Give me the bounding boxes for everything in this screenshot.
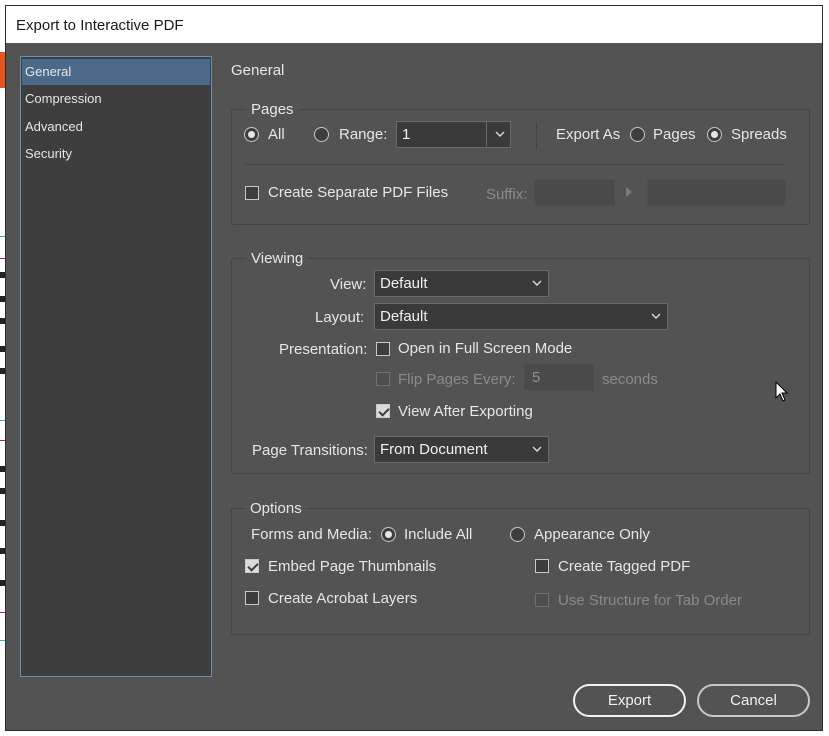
- range-combobox[interactable]: 1: [396, 121, 511, 148]
- arrow-right-icon: [625, 184, 633, 201]
- divider: [536, 122, 537, 150]
- layout-value: Default: [380, 308, 428, 325]
- view-after-exporting-checkbox[interactable]: [376, 404, 390, 418]
- page-transitions-dropdown[interactable]: From Document: [374, 436, 549, 463]
- chevron-down-icon: [495, 130, 505, 138]
- pages-range-label: Range:: [339, 126, 388, 143]
- suffix-token-input[interactable]: [647, 179, 786, 206]
- layout-label: Layout:: [315, 309, 365, 326]
- view-after-exporting-label: View After Exporting: [398, 403, 533, 420]
- suffix-input[interactable]: [534, 179, 615, 206]
- appearance-only-radio[interactable]: [510, 527, 525, 542]
- embed-thumbnails-checkbox[interactable]: [245, 559, 259, 573]
- export-button[interactable]: Export: [573, 684, 686, 717]
- export-as-label: Export As: [556, 126, 621, 143]
- acrobat-layers-checkbox[interactable]: [245, 591, 259, 605]
- separate-pdf-checkbox[interactable]: [245, 186, 259, 200]
- embed-thumbnails-label: Embed Page Thumbnails: [268, 558, 437, 575]
- export-spreads-label: Spreads: [731, 126, 787, 143]
- sidebar-item-general[interactable]: General: [22, 59, 210, 85]
- pages-all-label: All: [268, 126, 285, 143]
- suffix-label: Suffix:: [486, 186, 528, 203]
- pages-all-radio[interactable]: [244, 127, 259, 142]
- export-spreads-radio[interactable]: [707, 127, 722, 142]
- dialog-title: Export to Interactive PDF: [16, 17, 184, 34]
- sidebar-item-security[interactable]: Security: [22, 141, 210, 167]
- section-title: General: [231, 62, 285, 79]
- include-all-radio[interactable]: [381, 527, 396, 542]
- include-all-label: Include All: [404, 526, 473, 543]
- separate-pdf-label: Create Separate PDF Files: [268, 184, 449, 201]
- range-value: 1: [402, 126, 411, 143]
- full-screen-label: Open in Full Screen Mode: [398, 340, 573, 357]
- page-transitions-value: From Document: [380, 441, 488, 458]
- export-pages-label: Pages: [653, 126, 696, 143]
- flip-pages-label: Flip Pages Every:: [398, 371, 516, 388]
- structure-tab-order-checkbox[interactable]: [535, 593, 549, 607]
- forms-media-label: Forms and Media:: [251, 526, 372, 543]
- sidebar: General Compression Advanced Security: [20, 56, 212, 677]
- page-transitions-label: Page Transitions:: [252, 442, 368, 459]
- pages-group: [231, 109, 810, 225]
- layout-dropdown[interactable]: Default: [374, 303, 668, 330]
- mouse-cursor-icon: [775, 380, 789, 403]
- sidebar-item-advanced[interactable]: Advanced: [22, 114, 210, 140]
- viewing-group-label: Viewing: [246, 250, 309, 267]
- range-dropdown-button[interactable]: [486, 122, 510, 146]
- view-label: View:: [330, 276, 367, 293]
- tagged-pdf-checkbox[interactable]: [535, 559, 549, 573]
- appearance-only-label: Appearance Only: [534, 526, 650, 543]
- chevron-down-icon: [532, 279, 542, 287]
- pages-group-label: Pages: [246, 101, 299, 118]
- flip-seconds-value: 5: [532, 369, 541, 386]
- sidebar-item-compression[interactable]: Compression: [22, 86, 210, 112]
- structure-tab-order-label: Use Structure for Tab Order: [558, 592, 742, 609]
- presentation-label: Presentation:: [279, 341, 368, 358]
- view-dropdown[interactable]: Default: [374, 270, 549, 297]
- flip-pages-checkbox[interactable]: [376, 372, 390, 386]
- seconds-label: seconds: [602, 371, 658, 388]
- chevron-down-icon: [651, 312, 661, 320]
- export-pages-radio[interactable]: [630, 127, 645, 142]
- pages-range-radio[interactable]: [314, 127, 329, 142]
- full-screen-checkbox[interactable]: [376, 342, 390, 356]
- export-dialog: Export to Interactive PDF General Compre…: [5, 5, 823, 731]
- chevron-down-icon: [532, 445, 542, 453]
- acrobat-layers-label: Create Acrobat Layers: [268, 590, 418, 607]
- title-bar: Export to Interactive PDF: [6, 6, 822, 43]
- options-group-label: Options: [245, 500, 307, 517]
- divider: [245, 164, 785, 165]
- view-value: Default: [380, 275, 428, 292]
- tagged-pdf-label: Create Tagged PDF: [558, 558, 691, 575]
- cancel-button[interactable]: Cancel: [697, 684, 810, 717]
- flip-seconds-input[interactable]: 5: [524, 364, 594, 391]
